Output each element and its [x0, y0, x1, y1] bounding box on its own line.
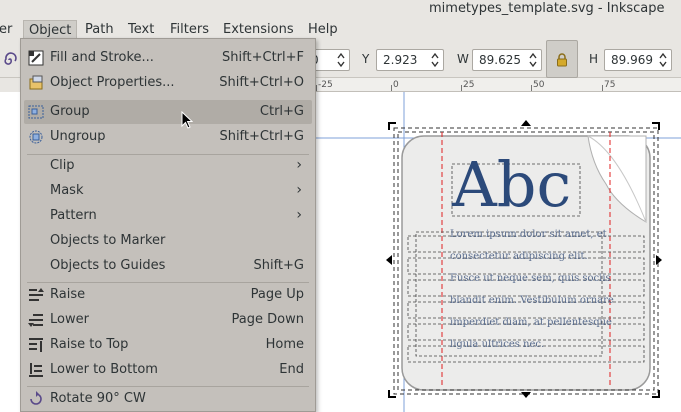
menu-item-label: Lower — [50, 312, 89, 327]
menu-item-label: Objects to Marker — [50, 233, 166, 248]
menu-item-shortcut: End — [279, 362, 304, 377]
menu-item-raise-to-top[interactable]: Raise to Top Home — [24, 333, 312, 357]
menu-item-clip[interactable]: Clip › — [24, 154, 312, 178]
menu-item-objects-to-guides[interactable]: Objects to Guides Shift+G — [24, 254, 312, 278]
ruler-tick-label: 0 — [393, 80, 399, 90]
lock-ratio-button[interactable] — [546, 40, 578, 78]
y-spinbox[interactable]: 2.923 — [376, 49, 444, 71]
menu-path[interactable]: Path — [80, 20, 119, 39]
title-bar: mimetypes_template.svg - Inkscape — [0, 0, 681, 18]
mouse-cursor-icon — [181, 111, 193, 129]
menu-item-ungroup[interactable]: Ungroup Shift+Ctrl+G — [24, 125, 312, 149]
ruler-tick-label: 75 — [604, 80, 616, 90]
doc-text-block: Lorem ipsum dolor sit amet, et consectet… — [450, 224, 640, 356]
menu-item-label: Pattern — [50, 208, 97, 223]
doc-line: blandit enim. Vestibulum ornare — [450, 295, 614, 306]
h-label: H — [589, 52, 599, 66]
menu-item-rotate-90-cw[interactable]: Rotate 90° CW — [24, 387, 312, 411]
menu-item-shortcut: Home — [265, 337, 304, 352]
submenu-arrow-icon: › — [296, 207, 302, 223]
menu-item-lower-to-bottom[interactable]: Lower to Bottom End — [24, 358, 312, 382]
ungroup-icon — [29, 130, 43, 144]
doc-line: Lorem ipsum dolor sit amet, et — [450, 229, 607, 240]
spin-arrows-icon[interactable] — [336, 51, 346, 69]
doc-line: consectetur adipiscing elit. — [450, 251, 588, 262]
menu-item-label: Object Properties... — [50, 75, 175, 90]
menu-item-label: Ungroup — [50, 129, 106, 144]
doc-line: ligula ultrices nec. — [450, 339, 545, 350]
menu-item-shortcut: Ctrl+G — [259, 104, 304, 119]
y-label: Y — [362, 52, 370, 66]
y-value: 2.923 — [383, 53, 418, 67]
menu-item-label: Lower to Bottom — [50, 362, 158, 377]
menu-item-shortcut: Shift+G — [253, 258, 304, 273]
doc-line: imperdiet diam, at pellentesque — [450, 317, 612, 328]
w-label: W — [457, 52, 469, 66]
window-title: mimetypes_template.svg - Inkscape — [429, 1, 665, 16]
menu-item-label: Clip — [50, 158, 75, 173]
menu-item-label: Mask — [50, 183, 84, 198]
lower-to-bottom-icon — [29, 363, 43, 377]
menu-extensions[interactable]: Extensions — [218, 20, 299, 39]
menu-filters[interactable]: Filters — [165, 20, 214, 39]
spin-arrows-icon[interactable] — [658, 51, 668, 69]
menu-item-shortcut: Page Up — [250, 287, 304, 302]
ruler-tick-label: -25 — [318, 80, 333, 90]
menu-item-raise[interactable]: Raise Page Up — [24, 283, 312, 307]
w-value: 89.625 — [479, 53, 521, 67]
menu-item-label: Fill and Stroke... — [50, 50, 154, 65]
menu-help[interactable]: Help — [303, 20, 343, 39]
menu-layer[interactable]: er — [0, 20, 17, 39]
h-spinbox[interactable]: 89.969 — [604, 49, 672, 71]
menu-item-lower[interactable]: Lower Page Down — [24, 308, 312, 332]
menu-item-label: Rotate 90° CW — [50, 391, 146, 406]
menu-text[interactable]: Text — [123, 20, 159, 39]
w-spinbox[interactable]: 89.625 — [472, 49, 542, 71]
h-value: 89.969 — [611, 53, 653, 67]
menu-item-label: Raise to Top — [50, 337, 129, 352]
menu-item-fill-and-stroke[interactable]: Fill and Stroke... Shift+Ctrl+F — [24, 46, 312, 70]
doc-heading: Abc — [452, 148, 572, 221]
spin-arrows-icon[interactable] — [528, 51, 538, 69]
menu-item-shortcut: Shift+Ctrl+G — [219, 129, 304, 144]
lower-icon — [28, 314, 43, 327]
menu-item-label: Group — [50, 104, 90, 119]
fill-stroke-icon — [28, 50, 44, 66]
ruler-tick-label: 50 — [533, 80, 545, 90]
submenu-arrow-icon: › — [296, 182, 302, 198]
raise-to-top-icon — [29, 338, 43, 352]
doc-line: Fusce ut neque sem, quis sociis — [450, 273, 611, 284]
spin-arrows-icon[interactable] — [430, 51, 440, 69]
group-icon — [28, 105, 44, 119]
menu-item-object-properties[interactable]: Object Properties... Shift+Ctrl+O — [24, 71, 312, 95]
menu-item-group[interactable]: Group Ctrl+G — [24, 100, 312, 124]
menu-item-mask[interactable]: Mask › — [24, 179, 312, 203]
menu-item-label: Raise — [50, 287, 86, 302]
submenu-arrow-icon: › — [296, 157, 302, 173]
raise-icon — [29, 288, 44, 301]
menu-item-shortcut: Shift+Ctrl+F — [222, 50, 304, 65]
menu-item-shortcut: Page Down — [231, 312, 304, 327]
object-menu: Fill and Stroke... Shift+Ctrl+F Object P… — [20, 38, 316, 412]
menu-bar: er Object Path Text Filters Extensions H… — [0, 18, 681, 40]
menu-item-label: Objects to Guides — [50, 258, 166, 273]
menu-item-objects-to-marker[interactable]: Objects to Marker — [24, 229, 312, 253]
horizontal-ruler[interactable]: -25 0 25 50 75 — [316, 78, 681, 92]
menu-object[interactable]: Object — [23, 20, 78, 39]
canvas-left-edge — [0, 92, 20, 412]
spiral-tool-icon[interactable] — [2, 52, 18, 68]
lock-icon — [557, 53, 567, 67]
menu-item-shortcut: Shift+Ctrl+O — [219, 75, 304, 90]
object-properties-icon — [29, 75, 43, 90]
menu-item-pattern[interactable]: Pattern › — [24, 204, 312, 228]
drawing-canvas[interactable]: Abc Lorem ipsum dolor sit amet, et conse… — [316, 92, 681, 412]
ruler-tick-label: 25 — [463, 80, 475, 90]
rotate-cw-icon — [30, 391, 42, 405]
